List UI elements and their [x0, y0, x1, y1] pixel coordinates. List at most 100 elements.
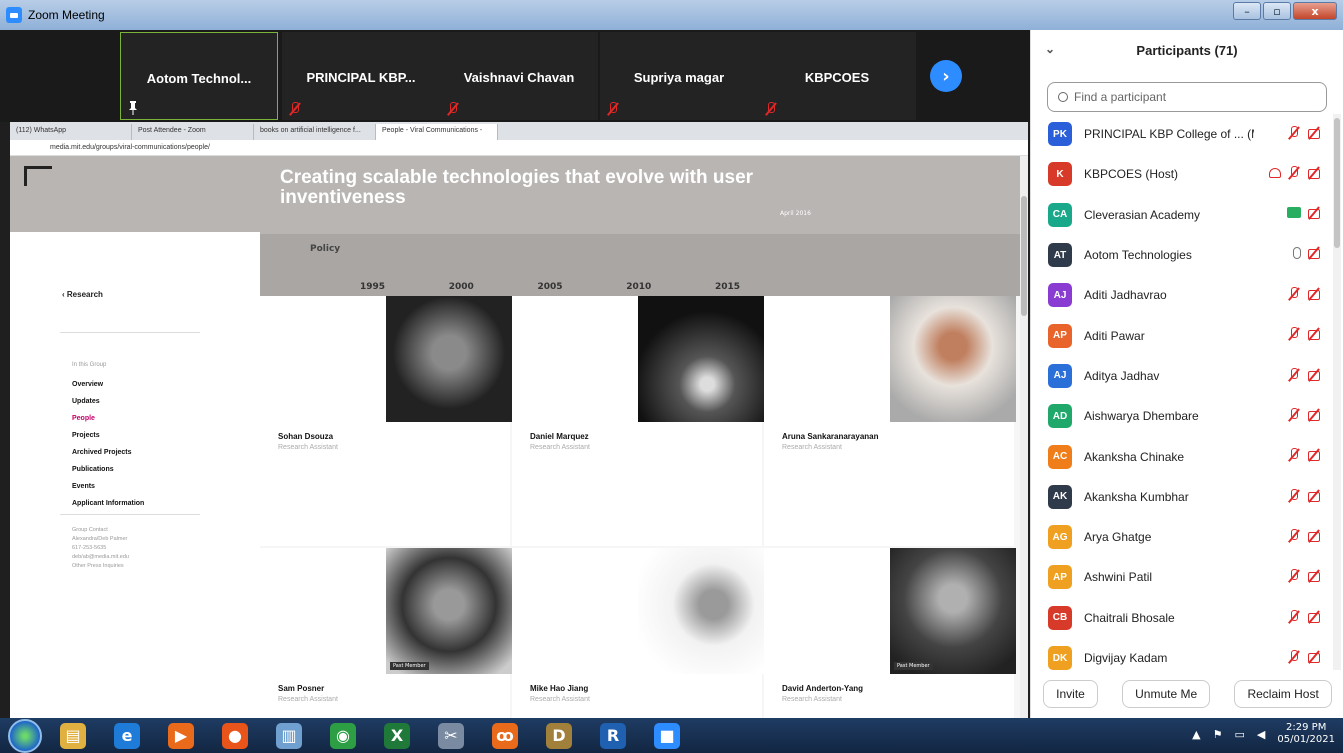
- taskbar-app[interactable]: ■: [644, 720, 690, 752]
- clock-date: 05/01/2021: [1277, 734, 1335, 745]
- person-card[interactable]: Aruna Sankaranarayanan Research Assistan…: [764, 296, 1016, 546]
- participant-status-icons: [1287, 488, 1323, 503]
- taskbar-app[interactable]: ▥: [266, 720, 312, 752]
- tile-name: Aotom Technol...: [146, 71, 252, 86]
- taskbar-app[interactable]: ▤: [50, 720, 96, 752]
- invite-button[interactable]: Invite: [1043, 680, 1098, 708]
- reclaim-host-button[interactable]: Reclaim Host: [1234, 680, 1332, 708]
- timeline-year: 2000: [448, 282, 474, 292]
- taskbar-app[interactable]: e: [104, 720, 150, 752]
- nav-overview[interactable]: Overview: [72, 376, 144, 393]
- tray-arrow-icon[interactable]: ▲: [1192, 728, 1200, 741]
- person-card[interactable]: Past Member David Anderton-Yang Research…: [764, 548, 1016, 718]
- network-icon[interactable]: ▭: [1234, 728, 1244, 741]
- address-bar[interactable]: media.mit.edu/groups/viral-communication…: [10, 140, 1028, 156]
- participant-row[interactable]: AG Arya Ghatge: [1031, 517, 1331, 557]
- participant-row[interactable]: AP Aditi Pawar: [1031, 315, 1331, 355]
- nav-archived-projects[interactable]: Archived Projects: [72, 444, 144, 461]
- clock[interactable]: 2:29 PM 05/01/2021: [1277, 722, 1335, 746]
- media-lab-logo[interactable]: [24, 166, 52, 186]
- muted-mic-icon: [1287, 649, 1301, 664]
- scrollbar-thumb[interactable]: [1334, 118, 1340, 248]
- participant-search-input[interactable]: Find a participant: [1047, 82, 1327, 112]
- person-name: Sohan Dsouza: [278, 432, 334, 441]
- taskbar-app[interactable]: ●: [212, 720, 258, 752]
- taskbar-app[interactable]: ✂: [428, 720, 474, 752]
- person-card[interactable]: Sohan Dsouza Research Assistant: [260, 296, 512, 546]
- participant-row[interactable]: AC Akanksha Chinake: [1031, 436, 1331, 476]
- participant-row[interactable]: AJ Aditya Jadhav: [1031, 356, 1331, 396]
- close-button[interactable]: x: [1293, 2, 1337, 20]
- person-card[interactable]: Past Member Sam Posner Research Assistan…: [260, 548, 512, 718]
- nav-updates[interactable]: Updates: [72, 393, 144, 410]
- chrome-icon: ◉: [330, 722, 356, 749]
- next-page-button[interactable]: ›: [930, 60, 962, 92]
- taskbar-app[interactable]: R: [590, 720, 636, 752]
- browser-tab[interactable]: (112) WhatsApp: [10, 124, 132, 140]
- person-role: Research Assistant: [782, 444, 842, 451]
- participant-status-icons: [1287, 528, 1323, 543]
- muted-mic-icon: [1287, 448, 1301, 462]
- contact-line[interactable]: Other Press Inquiries: [72, 562, 129, 571]
- participant-name: Aditi Pawar: [1084, 328, 1145, 343]
- participant-row[interactable]: AT Aotom Technologies: [1031, 235, 1331, 275]
- participant-row[interactable]: K KBPCOES (Host): [1031, 154, 1331, 194]
- person-role: Research Assistant: [278, 696, 338, 703]
- nav-events[interactable]: Events: [72, 478, 144, 495]
- taskbar-app[interactable]: ꝏ: [482, 720, 528, 752]
- participant-row[interactable]: AK Akanksha Kumbhar: [1031, 477, 1331, 517]
- person-photo: [638, 548, 764, 674]
- start-button[interactable]: [8, 718, 42, 753]
- participants-title: Participants (71): [1136, 42, 1238, 58]
- clock-time: 2:29 PM: [1286, 722, 1327, 733]
- video-tile[interactable]: Vaishnavi Chavan: [440, 32, 598, 120]
- taskbar-app[interactable]: D: [536, 720, 582, 752]
- browser-tab-active[interactable]: People - Viral Communications -: [376, 124, 498, 140]
- participant-name: Aishwarya Dhembare: [1084, 409, 1199, 424]
- back-to-research-link[interactable]: ‹ Research: [62, 290, 103, 299]
- nav-projects[interactable]: Projects: [72, 427, 144, 444]
- contact-line[interactable]: 617-253-5635: [72, 544, 129, 553]
- person-photo: [386, 296, 512, 422]
- firefox-icon: ●: [222, 722, 248, 749]
- video-off-icon: [1307, 369, 1323, 381]
- video-off-icon: [1307, 127, 1323, 139]
- muted-mic-icon: [606, 102, 618, 116]
- person-card[interactable]: Mike Hao Jiang Research Assistant: [512, 548, 764, 718]
- video-off-icon: [1307, 288, 1323, 301]
- taskbar-app[interactable]: ▶: [158, 720, 204, 752]
- video-off-icon: [1307, 207, 1323, 219]
- taskbar-app[interactable]: X: [374, 720, 420, 752]
- participant-row[interactable]: AP Ashwini Patil: [1031, 557, 1331, 597]
- page-scrollbar[interactable]: [1020, 156, 1028, 718]
- system-tray: ▲ ⚑ ▭ ◀ 2:29 PM 05/01/2021: [1192, 722, 1335, 746]
- scrollbar-thumb[interactable]: [1021, 196, 1027, 316]
- participant-row[interactable]: PK PRINCIPAL KBP College of ... (Me): [1031, 114, 1331, 154]
- muted-mic-icon: [1287, 367, 1301, 382]
- person-photo: Past Member: [386, 548, 512, 674]
- video-tile[interactable]: Supriya magar: [600, 32, 758, 120]
- taskbar-app[interactable]: ◉: [320, 720, 366, 752]
- person-card[interactable]: Daniel Marquez Research Assistant: [512, 296, 764, 546]
- browser-tab[interactable]: Post Attendee - Zoom: [132, 124, 254, 140]
- nav-applicant-information[interactable]: Applicant Information: [72, 495, 144, 512]
- video-tile[interactable]: PRINCIPAL KBP...: [282, 32, 440, 120]
- participant-scrollbar[interactable]: [1333, 114, 1341, 670]
- participant-row[interactable]: AD Aishwarya Dhembare: [1031, 396, 1331, 436]
- participant-row[interactable]: CA Cleverasian Academy: [1031, 195, 1331, 235]
- participant-row[interactable]: AJ Aditi Jadhavrao: [1031, 275, 1331, 315]
- video-tile[interactable]: Aotom Technol...: [120, 32, 278, 120]
- participant-row[interactable]: CB Chaitrali Bhosale: [1031, 598, 1331, 638]
- unmute-me-button[interactable]: Unmute Me: [1122, 680, 1211, 708]
- browser-tab[interactable]: books on artificial intelligence f...: [254, 124, 376, 140]
- nav-publications[interactable]: Publications: [72, 461, 144, 478]
- volume-icon[interactable]: ◀: [1257, 728, 1265, 741]
- taskbar-apps: ▤ e ▶ ● ▥ ◉ X ✂ ꝏ D R ■: [42, 720, 690, 752]
- contact-line[interactable]: deb/ab@media.mit.edu: [72, 553, 129, 562]
- action-center-icon[interactable]: ⚑: [1213, 728, 1223, 741]
- chevron-down-icon[interactable]: ⌄: [1045, 42, 1055, 56]
- video-tile[interactable]: KBPCOES: [758, 32, 916, 120]
- nav-people[interactable]: People: [72, 410, 144, 427]
- maximize-button[interactable]: ▫: [1263, 2, 1291, 20]
- minimize-button[interactable]: –: [1233, 2, 1261, 20]
